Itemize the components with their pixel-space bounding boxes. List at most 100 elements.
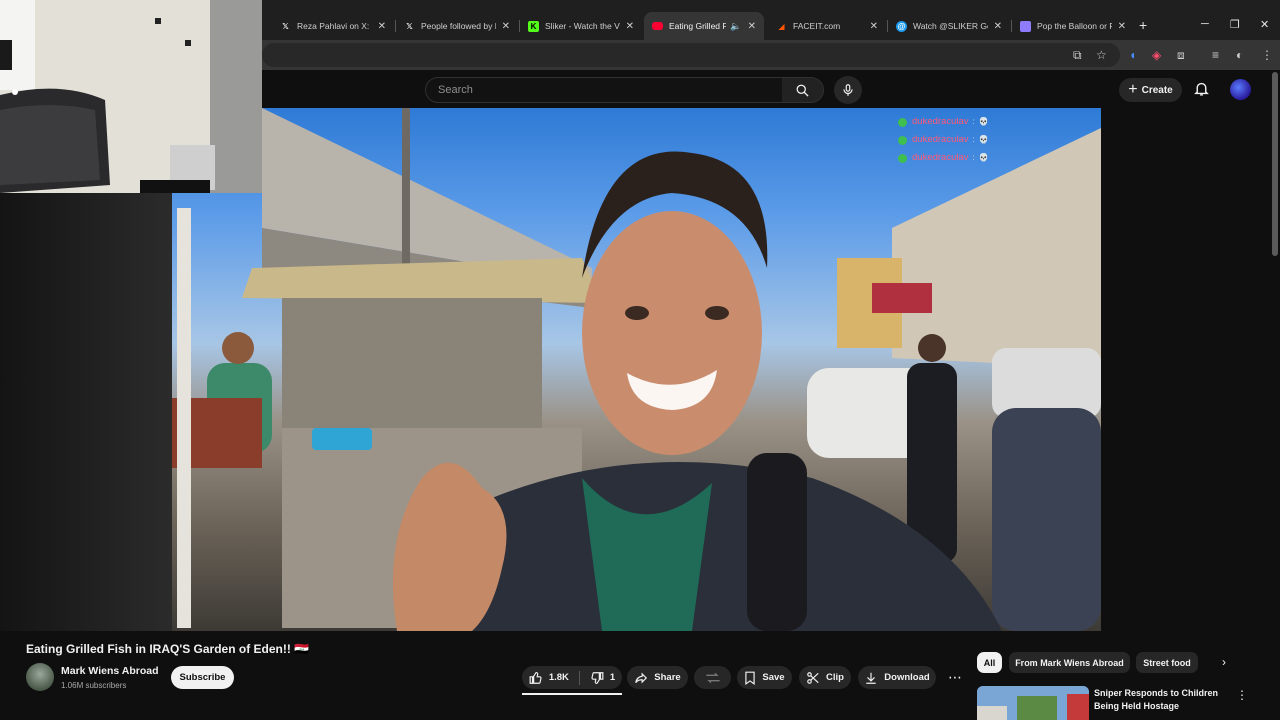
install-app-icon[interactable]: ⧉ xyxy=(1073,48,1082,63)
close-tab-icon[interactable]: ✕ xyxy=(748,21,756,32)
scissors-icon xyxy=(807,671,819,684)
chat-separator: : xyxy=(972,117,975,126)
chat-username: dukedraculav xyxy=(912,116,969,127)
bookmark-icon xyxy=(745,671,756,685)
minimize-icon[interactable]: ─ xyxy=(1201,18,1209,30)
plus-icon: + xyxy=(1128,81,1138,98)
microphone-icon xyxy=(843,84,853,96)
kebab-menu-icon[interactable]: ⋮ xyxy=(1236,688,1248,702)
video-frame xyxy=(172,108,1101,631)
speaker-icon[interactable]: 🔈 xyxy=(730,21,741,32)
chat-message: dukedraculav : 💀 xyxy=(898,113,989,131)
like-bar xyxy=(522,693,622,695)
thumbs-up-icon xyxy=(529,671,542,684)
save-button[interactable]: Save xyxy=(737,666,792,689)
like-count: 1.8K xyxy=(548,672,569,683)
remix-icon xyxy=(705,672,720,683)
kebab-menu-icon[interactable]: ⋮ xyxy=(1261,48,1273,62)
create-button[interactable]: + Create xyxy=(1119,78,1182,102)
tab-youtube-active[interactable]: Eating Grilled Fish 🔈 ✕ xyxy=(644,12,764,40)
document-icon xyxy=(1020,20,1031,32)
chevron-right-icon[interactable]: › xyxy=(1222,655,1226,669)
tab-x-pahlavi[interactable]: 𝕏 Reza Pahlavi on X: "M ✕ xyxy=(272,12,394,40)
media-controls-icon[interactable]: ≡ xyxy=(1212,48,1219,62)
tweetdeck-logo-icon: @ xyxy=(896,20,907,32)
download-icon xyxy=(866,672,876,684)
voice-search-button[interactable] xyxy=(834,76,862,104)
chat-overlay: dukedraculav : 💀 dukedraculav : 💀 dukedr… xyxy=(898,113,989,167)
recommendation-thumbnail[interactable] xyxy=(977,686,1089,720)
address-bar[interactable] xyxy=(262,43,1120,67)
close-tab-icon[interactable]: ✕ xyxy=(378,21,386,32)
extensions-puzzle-icon[interactable]: ⧈ xyxy=(1177,48,1185,63)
share-arrow-icon xyxy=(635,672,648,683)
chat-separator: : xyxy=(972,153,975,162)
faceit-logo-icon: ◢ xyxy=(778,21,785,31)
webcam-image xyxy=(0,0,262,193)
close-tab-icon[interactable]: ✕ xyxy=(994,21,1002,32)
search-button[interactable] xyxy=(782,77,824,103)
chat-message: dukedraculav : 💀 xyxy=(898,131,989,149)
tab-faceit[interactable]: ◢ FACEIT.com ✕ xyxy=(768,12,886,40)
new-tab-button[interactable]: + xyxy=(1139,17,1147,33)
close-tab-icon[interactable]: ✕ xyxy=(502,21,510,32)
chat-username: dukedraculav xyxy=(912,152,969,163)
skull-emote-icon: 💀 xyxy=(978,153,989,162)
profile-icon[interactable]: ◐ xyxy=(1236,48,1243,62)
chip-from-channel[interactable]: From Mark Wiens Abroad xyxy=(1009,652,1130,673)
close-window-icon[interactable]: ✕ xyxy=(1260,18,1269,31)
tab-x-followed[interactable]: 𝕏 People followed by R ✕ xyxy=(396,12,518,40)
video-player[interactable] xyxy=(172,108,1101,631)
download-button[interactable]: Download xyxy=(858,666,936,689)
extension-icon[interactable]: ◈ xyxy=(1152,48,1161,62)
thumbs-down-icon xyxy=(591,671,604,684)
skull-emote-icon: 💀 xyxy=(978,117,989,126)
chat-message: dukedraculav : 💀 xyxy=(898,149,989,167)
chip-all[interactable]: All xyxy=(977,652,1002,673)
thumbnail-image xyxy=(977,686,1089,720)
share-button[interactable]: Share xyxy=(627,666,688,689)
user-badge-icon xyxy=(898,117,907,127)
page-scrollbar[interactable] xyxy=(1272,72,1278,256)
x-logo-icon: 𝕏 xyxy=(282,21,289,31)
skull-emote-icon: 💀 xyxy=(978,135,989,144)
extension-icon[interactable]: ◖ xyxy=(1129,48,1136,62)
subscriber-count: 1.06M subscribers xyxy=(61,681,127,690)
restore-icon[interactable]: ❐ xyxy=(1230,18,1240,31)
subscribe-button[interactable]: Subscribe xyxy=(171,666,234,689)
tab-balloon[interactable]: Pop the Balloon or Fi ✕ xyxy=(1012,12,1134,40)
x-logo-icon: 𝕏 xyxy=(406,21,413,31)
more-actions-icon[interactable]: ⋯ xyxy=(945,666,965,689)
channel-name[interactable]: Mark Wiens Abroad xyxy=(61,665,159,677)
kick-logo-icon: K xyxy=(528,20,539,32)
clip-button[interactable]: Clip xyxy=(799,666,851,689)
close-tab-icon[interactable]: ✕ xyxy=(1118,21,1126,32)
secondary-column xyxy=(1101,108,1280,631)
youtube-logo-icon xyxy=(652,22,663,30)
channel-avatar[interactable] xyxy=(26,663,54,691)
chip-street-food[interactable]: Street food xyxy=(1136,652,1198,673)
dislike-count: 1 xyxy=(609,672,616,683)
tab-tweetdeck[interactable]: @ Watch @SLIKER Get a ✕ xyxy=(888,12,1010,40)
user-badge-icon xyxy=(898,153,907,163)
remix-button[interactable] xyxy=(694,666,731,689)
tab-kick-sliker[interactable]: K Sliker - Watch the VO ✕ xyxy=(520,12,642,40)
video-title: Eating Grilled Fish in IRAQ'S Garden of … xyxy=(26,642,310,656)
account-avatar[interactable] xyxy=(1230,79,1251,100)
search-box xyxy=(425,77,783,103)
chat-username: dukedraculav xyxy=(912,134,969,145)
dislike-button[interactable]: 1 xyxy=(580,671,615,685)
close-tab-icon[interactable]: ✕ xyxy=(626,21,634,32)
like-dislike-group: 1.8K 1 xyxy=(522,666,622,689)
notifications-bell-icon[interactable] xyxy=(1193,80,1210,97)
webcam-overlay xyxy=(0,0,262,193)
bookmark-star-icon[interactable]: ☆ xyxy=(1096,48,1107,62)
page-left-area xyxy=(0,193,172,631)
close-tab-icon[interactable]: ✕ xyxy=(870,21,878,32)
search-icon xyxy=(796,84,809,97)
search-input[interactable] xyxy=(438,78,768,102)
like-button[interactable]: 1.8K xyxy=(529,670,580,685)
user-badge-icon xyxy=(898,135,907,145)
chat-separator: : xyxy=(972,135,975,144)
recommendation-title[interactable]: Sniper Responds to Children Being Held H… xyxy=(1094,687,1219,720)
